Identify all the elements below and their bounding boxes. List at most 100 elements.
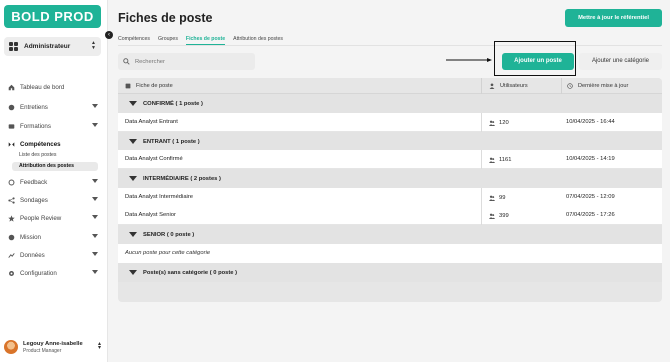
caret-down-icon [129, 176, 137, 181]
users-icon [489, 157, 495, 163]
sidebar-item-formations[interactable]: Formations [7, 120, 101, 132]
last-update: 10/04/2025 - 14:19 [566, 156, 615, 162]
sidebar-item-people-review[interactable]: People Review [7, 212, 101, 224]
chevron-down-icon [92, 179, 98, 183]
skills-icon [7, 140, 15, 148]
job-name: Data Analyst Entrant [125, 119, 178, 125]
search-icon [123, 58, 130, 65]
chart-line-icon [7, 251, 15, 259]
chevron-down-icon [92, 123, 98, 127]
sidebar-item-sondages[interactable]: Sondages [7, 194, 101, 206]
sidebar-item-entretiens[interactable]: Entretiens [7, 101, 101, 113]
chevron-down-icon [92, 197, 98, 201]
user-count: 120 [489, 113, 509, 132]
tab-fiches-de-poste[interactable]: Fiches de poste [185, 36, 226, 45]
caret-down-icon [129, 139, 137, 144]
caret-down-icon [129, 270, 137, 275]
user-name: Legouy Anne-isabelle [23, 340, 83, 347]
chevron-down-icon [92, 104, 98, 108]
column-separator [561, 78, 562, 94]
sidebar-item-label: Configuration [20, 269, 57, 277]
tabs: Compétences Groupes Fiches de poste Attr… [118, 36, 291, 45]
sidebar-item-label: Tableau de bord [20, 83, 65, 91]
update-referential-button[interactable]: Mettre à jour le référentiel [565, 9, 662, 27]
sidebar-item-feedback[interactable]: Feedback [7, 176, 101, 188]
search-input[interactable] [135, 58, 245, 65]
collapse-sidebar-button[interactable]: ‹ [105, 31, 113, 39]
home-icon [7, 83, 15, 91]
sidebar-item-label: Mission [20, 233, 41, 241]
avatar [4, 340, 18, 354]
sidebar-item-label: People Review [20, 214, 62, 222]
share-icon [7, 196, 15, 204]
users-icon [489, 120, 495, 126]
star-icon [7, 214, 15, 222]
gear-icon [7, 269, 15, 277]
tab-competences[interactable]: Compétences [118, 36, 150, 45]
arrow-annotation [446, 58, 492, 62]
table-row[interactable]: Data Analyst Entrant 120 10/04/2025 - 16… [118, 113, 662, 132]
sidebar-item-label: Sondages [20, 196, 48, 204]
user-role: Product Manager [23, 347, 62, 354]
page-title: Fiches de poste [118, 11, 213, 25]
column-header-derniere-maj: Dernière mise à jour [567, 78, 628, 94]
refresh-icon [7, 178, 15, 186]
job-table: Fiche de poste Utilisateurs Dernière mis… [118, 78, 662, 302]
chat-icon [7, 103, 15, 111]
empty-category-message: Aucun poste pour cette catégorie [118, 244, 662, 263]
tab-attribution-des-postes[interactable]: Attribution des postes [233, 36, 283, 45]
role-selector[interactable]: Administrateur ▲ ▼ [4, 37, 101, 56]
job-name: Data Analyst Confirmé [125, 156, 183, 162]
column-separator [481, 206, 482, 225]
table-row[interactable]: Data Analyst Senior 399 07/04/2025 - 17:… [118, 206, 662, 225]
sidebar-item-donnees[interactable]: Données [7, 249, 101, 261]
role-label: Administrateur [24, 43, 71, 50]
category-row-intermediaire[interactable]: INTERMÉDIAIRE ( 2 postes ) [118, 169, 662, 188]
job-name: Data Analyst Senior [125, 212, 176, 218]
tab-groupes[interactable]: Groupes [158, 36, 178, 45]
clock-icon [567, 83, 573, 89]
table-header: Fiche de poste Utilisateurs Dernière mis… [118, 78, 662, 94]
users-icon [489, 213, 495, 219]
sidebar-item-label: Feedback [20, 178, 48, 186]
sidebar-item-label: Compétences [20, 140, 61, 148]
chevron-updown-icon: ▲ ▼ [91, 40, 96, 51]
column-separator [481, 150, 482, 169]
user-profile[interactable]: Legouy Anne-isabelle Product Manager ▴ ▾ [4, 339, 104, 355]
sidebar-item-competences[interactable]: Compétences [7, 138, 101, 150]
user-icon [489, 83, 495, 89]
column-header-utilisateurs: Utilisateurs [489, 78, 528, 94]
last-update: 07/04/2025 - 12:09 [566, 194, 615, 200]
sidebar-item-label: Entretiens [20, 103, 48, 111]
last-update: 07/04/2025 - 17:26 [566, 212, 615, 218]
grid-icon [9, 42, 18, 51]
table-row[interactable]: Data Analyst Intermédiaire 99 07/04/2025… [118, 188, 662, 207]
add-category-button[interactable]: Ajouter une catégorie [579, 53, 662, 70]
category-row-confirme[interactable]: CONFIRMÉ ( 1 poste ) [118, 94, 662, 113]
search-box[interactable] [118, 53, 255, 70]
table-row[interactable]: Data Analyst Confirmé 1161 10/04/2025 - … [118, 150, 662, 169]
category-row-sans-categorie[interactable]: Poste(s) sans catégorie ( 0 poste ) [118, 263, 662, 282]
sidebar-item-label: Données [20, 251, 45, 259]
document-icon [125, 83, 131, 89]
category-row-entrant[interactable]: ENTRANT ( 1 poste ) [118, 132, 662, 151]
users-icon [489, 195, 495, 201]
sidebar-item-configuration[interactable]: Configuration [7, 267, 101, 279]
column-separator [481, 113, 482, 132]
chevron-updown-icon: ▴ ▾ [97, 341, 101, 351]
column-separator [481, 188, 482, 207]
book-icon [7, 122, 15, 130]
app-logo[interactable]: BOLD PROD [4, 5, 101, 28]
sidebar-item-mission[interactable]: Mission [7, 231, 101, 243]
job-name: Data Analyst Intermédiaire [125, 194, 193, 200]
user-count: 399 [489, 206, 509, 225]
add-post-button[interactable]: Ajouter un poste [502, 53, 574, 70]
chevron-down-icon [92, 234, 98, 238]
sidebar-subitem-liste-postes[interactable]: Liste des postes [19, 152, 57, 158]
user-count: 99 [489, 188, 505, 207]
sidebar-subitem-attribution-postes[interactable]: Attribution des postes [12, 162, 98, 171]
chevron-down-icon [92, 215, 98, 219]
category-row-senior[interactable]: SENIOR ( 0 poste ) [118, 225, 662, 244]
sidebar-item-tableau-de-bord[interactable]: Tableau de bord [7, 81, 101, 93]
caret-down-icon [129, 101, 137, 106]
